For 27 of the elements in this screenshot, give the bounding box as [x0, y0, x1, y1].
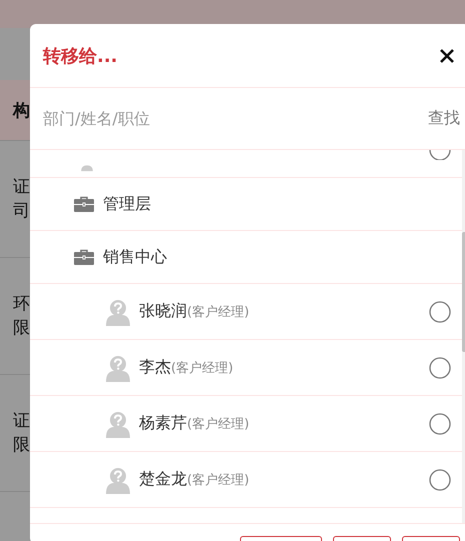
avatar-icon [105, 354, 131, 382]
table-cell-text: 证 [13, 176, 30, 199]
person-name: 杨素芹(客户经理) [139, 413, 250, 434]
person-name: 张晓润(客户经理) [139, 301, 250, 322]
radio-button[interactable] [429, 150, 451, 160]
radio-button[interactable] [429, 300, 451, 322]
person-name: 李杰(客户经理) [139, 357, 234, 378]
avatar-icon [105, 298, 131, 326]
department-name[interactable]: 销售中心 [103, 246, 167, 268]
table-cell-text: 限 [13, 434, 30, 457]
dialog-title: 转移给... [43, 44, 118, 68]
search-button[interactable]: 查找 [428, 108, 460, 129]
avatar-icon [105, 410, 131, 438]
department-name[interactable]: 管理层 [103, 194, 151, 214]
briefcase-icon [74, 249, 94, 265]
table-cell-text: 限 [13, 317, 30, 340]
table-cell-text: 司 [13, 200, 30, 223]
radio-button[interactable] [429, 356, 451, 378]
briefcase-icon [74, 196, 94, 212]
column-header: 构 [13, 100, 30, 122]
avatar-icon [105, 466, 131, 494]
radio-button[interactable] [429, 468, 451, 490]
table-cell-text: 证 [13, 410, 30, 433]
radio-button[interactable] [429, 412, 451, 434]
table-cell-text: 环 [13, 293, 30, 316]
close-icon[interactable] [440, 48, 454, 62]
person-name: 楚金龙(客户经理) [139, 469, 250, 490]
